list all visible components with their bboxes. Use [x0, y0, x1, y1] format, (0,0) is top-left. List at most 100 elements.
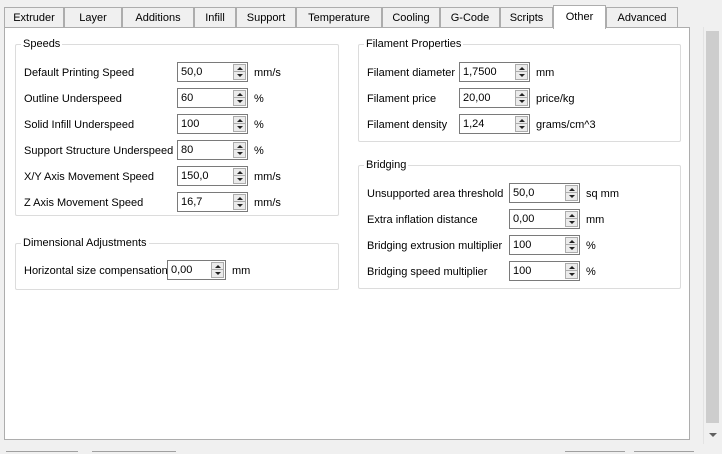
default-printing-speed-input[interactable]: 50,0 [177, 62, 248, 82]
arrow-down-icon [519, 126, 525, 129]
tab-infill[interactable]: Infill [194, 7, 236, 28]
unsupported-area-threshold-label: Unsupported area threshold [367, 188, 504, 200]
arrow-up-icon [237, 119, 243, 122]
arrow-up-icon [519, 93, 525, 96]
tab-other[interactable]: Other [553, 5, 606, 29]
unsupported-area-threshold-unit: sq mm [586, 188, 619, 200]
solid-infill-underspeed-input[interactable]: 100 [177, 114, 248, 134]
bottom-edge [0, 450, 722, 454]
xy-axis-movement-speed-label: X/Y Axis Movement Speed [24, 171, 155, 183]
spin-up-button[interactable] [566, 238, 577, 245]
solid-infill-underspeed-unit: % [254, 119, 264, 131]
tab-scripts[interactable]: Scripts [500, 7, 553, 28]
bridging-extrusion-multiplier-input[interactable]: 100 [509, 235, 580, 255]
spin-buttons [233, 168, 246, 184]
arrow-up-icon [237, 145, 243, 148]
arrow-up-icon [237, 171, 243, 174]
spin-up-button[interactable] [234, 143, 245, 150]
filament-density-input[interactable]: 1,24 [459, 114, 530, 134]
vertical-scrollbar[interactable] [703, 27, 720, 444]
unsupported-area-threshold-input[interactable]: 50,0 [509, 183, 580, 203]
tab-label: Infill [205, 12, 225, 24]
z-axis-movement-speed-unit: mm/s [254, 197, 281, 209]
tab-temperature[interactable]: Temperature [296, 7, 382, 28]
extra-inflation-distance-unit: mm [586, 214, 605, 226]
extra-inflation-distance-input[interactable]: 0,00 [509, 209, 580, 229]
spin-up-button[interactable] [234, 117, 245, 124]
horizontal-size-compensation-input[interactable]: 0,00 [167, 260, 226, 280]
horizontal-size-compensation-unit: mm [232, 265, 251, 277]
filament-properties-group-title: Filament Properties [364, 37, 464, 51]
spin-down-button[interactable] [234, 98, 245, 105]
spin-up-button[interactable] [566, 264, 577, 271]
filament-price-input[interactable]: 20,00 [459, 88, 530, 108]
spin-up-button[interactable] [566, 212, 577, 219]
filament-properties-group: Filament Properties Filament diameter 1,… [358, 37, 681, 142]
spin-buttons [565, 263, 578, 279]
tab-cooling[interactable]: Cooling [382, 7, 440, 28]
spin-down-button[interactable] [566, 245, 577, 252]
spin-down-button[interactable] [566, 193, 577, 200]
spin-value: 150,0 [181, 170, 209, 182]
xy-axis-movement-speed-input[interactable]: 150,0 [177, 166, 248, 186]
bridging-extrusion-multiplier-label: Bridging extrusion multiplier [367, 240, 503, 252]
chevron-down-icon [709, 433, 717, 437]
spin-buttons [233, 64, 246, 80]
filament-diameter-input[interactable]: 1,7500 [459, 62, 530, 82]
spin-value: 50,0 [513, 187, 535, 199]
spin-down-button[interactable] [234, 150, 245, 157]
support-structure-underspeed-label: Support Structure Underspeed [24, 145, 174, 157]
spin-up-button[interactable] [212, 263, 223, 270]
spin-down-button[interactable] [566, 271, 577, 278]
tab-additions[interactable]: Additions [122, 7, 194, 28]
spin-down-button[interactable] [234, 124, 245, 131]
arrow-down-icon [569, 273, 575, 276]
arrow-up-icon [569, 240, 575, 243]
tab-label: Extruder [13, 12, 55, 24]
dimensional-adjustments-group-title: Dimensional Adjustments [21, 236, 149, 250]
spin-buttons [565, 185, 578, 201]
spin-up-button[interactable] [234, 195, 245, 202]
spin-down-button[interactable] [234, 72, 245, 79]
z-axis-movement-speed-input[interactable]: 16,7 [177, 192, 248, 212]
spin-up-button[interactable] [516, 91, 527, 98]
spin-down-button[interactable] [516, 72, 527, 79]
scroll-down-button[interactable] [704, 427, 721, 444]
spin-up-button[interactable] [516, 65, 527, 72]
spin-up-button[interactable] [234, 65, 245, 72]
spin-up-button[interactable] [566, 186, 577, 193]
tab-extruder[interactable]: Extruder [4, 7, 64, 28]
arrow-down-icon [237, 178, 243, 181]
spin-down-button[interactable] [566, 219, 577, 226]
arrow-down-icon [519, 100, 525, 103]
spin-up-button[interactable] [234, 169, 245, 176]
tab-support[interactable]: Support [236, 7, 296, 28]
arrow-down-icon [569, 221, 575, 224]
spin-down-button[interactable] [234, 202, 245, 209]
tab-gcode[interactable]: G-Code [440, 7, 500, 28]
scrollbar-thumb[interactable] [706, 31, 719, 423]
tab-layer[interactable]: Layer [64, 7, 122, 28]
arrow-up-icon [215, 265, 221, 268]
spin-value: 100 [181, 118, 200, 130]
spin-down-button[interactable] [234, 176, 245, 183]
spin-value: 100 [513, 239, 532, 251]
spin-value: 0,00 [171, 264, 193, 276]
bridging-speed-multiplier-input[interactable]: 100 [509, 261, 580, 281]
arrow-down-icon [215, 272, 221, 275]
filament-price-label: Filament price [367, 93, 437, 105]
horizontal-size-compensation-label: Horizontal size compensation [24, 265, 168, 277]
bridging-speed-multiplier-unit: % [586, 266, 596, 278]
outline-underspeed-input[interactable]: 60 [177, 88, 248, 108]
spin-up-button[interactable] [516, 117, 527, 124]
spin-down-button[interactable] [212, 270, 223, 277]
tab-label: Layer [79, 12, 107, 24]
spin-value: 16,7 [181, 196, 203, 208]
spin-down-button[interactable] [516, 98, 527, 105]
tab-label: Cooling [392, 12, 430, 24]
spin-up-button[interactable] [234, 91, 245, 98]
bridging-extrusion-multiplier-unit: % [586, 240, 596, 252]
support-structure-underspeed-input[interactable]: 80 [177, 140, 248, 160]
spin-down-button[interactable] [516, 124, 527, 131]
tab-advanced[interactable]: Advanced [606, 7, 678, 28]
